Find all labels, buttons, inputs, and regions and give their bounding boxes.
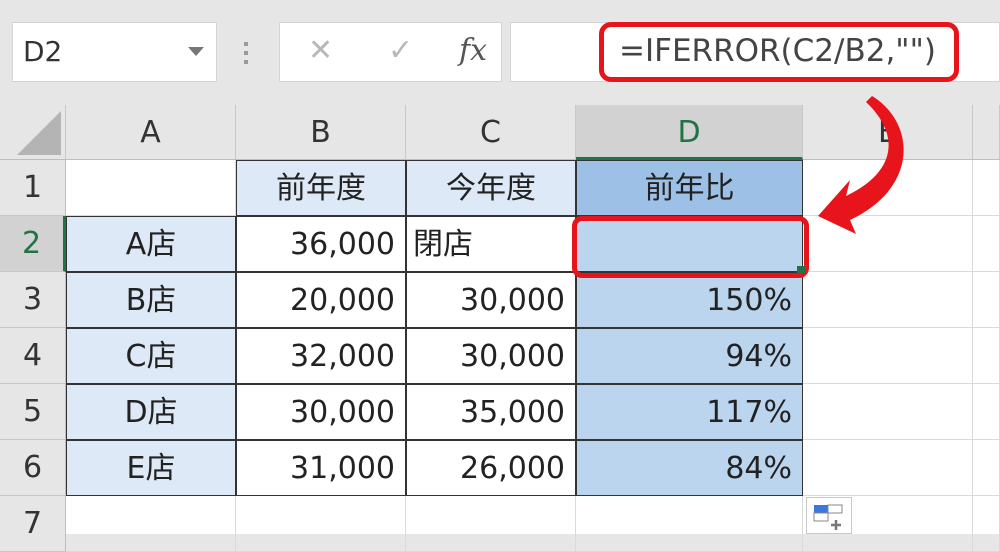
cell-b5[interactable]: 30,000 [236,384,406,440]
cell-c1[interactable]: 今年度 [406,160,576,216]
cell-a3[interactable]: B店 [66,272,236,328]
row-header-1[interactable]: 1 [0,160,66,216]
cell-d6[interactable]: 84% [576,440,803,496]
row-header-7[interactable]: 7 [0,496,66,552]
cell-d7[interactable] [576,496,803,552]
row-header-6[interactable]: 6 [0,440,66,496]
formula-buttons: ✕ ✓ fx [279,22,502,82]
name-box-value: D2 [23,35,63,68]
row-header-5[interactable]: 5 [0,384,66,440]
cell-b3[interactable]: 20,000 [236,272,406,328]
cell-e5[interactable] [803,384,973,440]
chevron-down-icon[interactable] [188,47,204,56]
cell-f1[interactable] [973,160,1000,216]
cell-f4[interactable] [973,328,1000,384]
select-all-button[interactable] [0,105,66,160]
cell-c3[interactable]: 30,000 [406,272,576,328]
cell-f3[interactable] [973,272,1000,328]
cancel-icon[interactable]: ✕ [308,33,333,68]
cell-c4[interactable]: 30,000 [406,328,576,384]
cell-f6[interactable] [973,440,1000,496]
cell-a2[interactable]: A店 [66,216,236,272]
cell-f5[interactable] [973,384,1000,440]
quick-analysis-icon [813,504,843,530]
insert-function-icon[interactable]: fx [459,33,487,68]
drag-handle-icon[interactable] [244,42,248,64]
column-header-f[interactable] [973,105,1000,160]
row-header-4[interactable]: 4 [0,328,66,384]
fill-handle[interactable] [797,266,805,274]
cell-b4[interactable]: 32,000 [236,328,406,384]
cell-d5[interactable]: 117% [576,384,803,440]
name-box[interactable]: D2 [12,22,217,82]
cell-c6[interactable]: 26,000 [406,440,576,496]
cell-a6[interactable]: E店 [66,440,236,496]
cell-c2[interactable]: 閉店 [406,216,576,272]
selected-cell-highlight-box [572,216,809,278]
cell-a7[interactable] [66,496,236,552]
cell-b1[interactable]: 前年度 [236,160,406,216]
row-header-2[interactable]: 2 [0,216,66,272]
cell-e3[interactable] [803,272,973,328]
cell-d4[interactable]: 94% [576,328,803,384]
cell-a5[interactable]: D店 [66,384,236,440]
curved-arrow-icon [818,96,904,234]
column-header-b[interactable]: B [236,105,406,160]
cell-d3[interactable]: 150% [576,272,803,328]
enter-icon[interactable]: ✓ [388,33,413,68]
cell-f7[interactable] [973,496,1000,552]
cell-e6[interactable] [803,440,973,496]
cell-d1[interactable]: 前年比 [576,160,803,216]
cell-b7[interactable] [236,496,406,552]
cell-b2[interactable]: 36,000 [236,216,406,272]
cell-f2[interactable] [973,216,1000,272]
column-header-a[interactable]: A [66,105,236,160]
cell-a1[interactable] [66,160,236,216]
cell-e4[interactable] [803,328,973,384]
cell-b6[interactable]: 31,000 [236,440,406,496]
select-all-icon [17,111,61,155]
cell-a4[interactable]: C店 [66,328,236,384]
cell-c5[interactable]: 35,000 [406,384,576,440]
quick-analysis-button[interactable] [806,497,852,534]
column-header-c[interactable]: C [406,105,576,160]
cell-c7[interactable] [406,496,576,552]
row-header-3[interactable]: 3 [0,272,66,328]
formula-highlight-box [599,22,959,82]
column-header-d[interactable]: D [576,105,803,160]
